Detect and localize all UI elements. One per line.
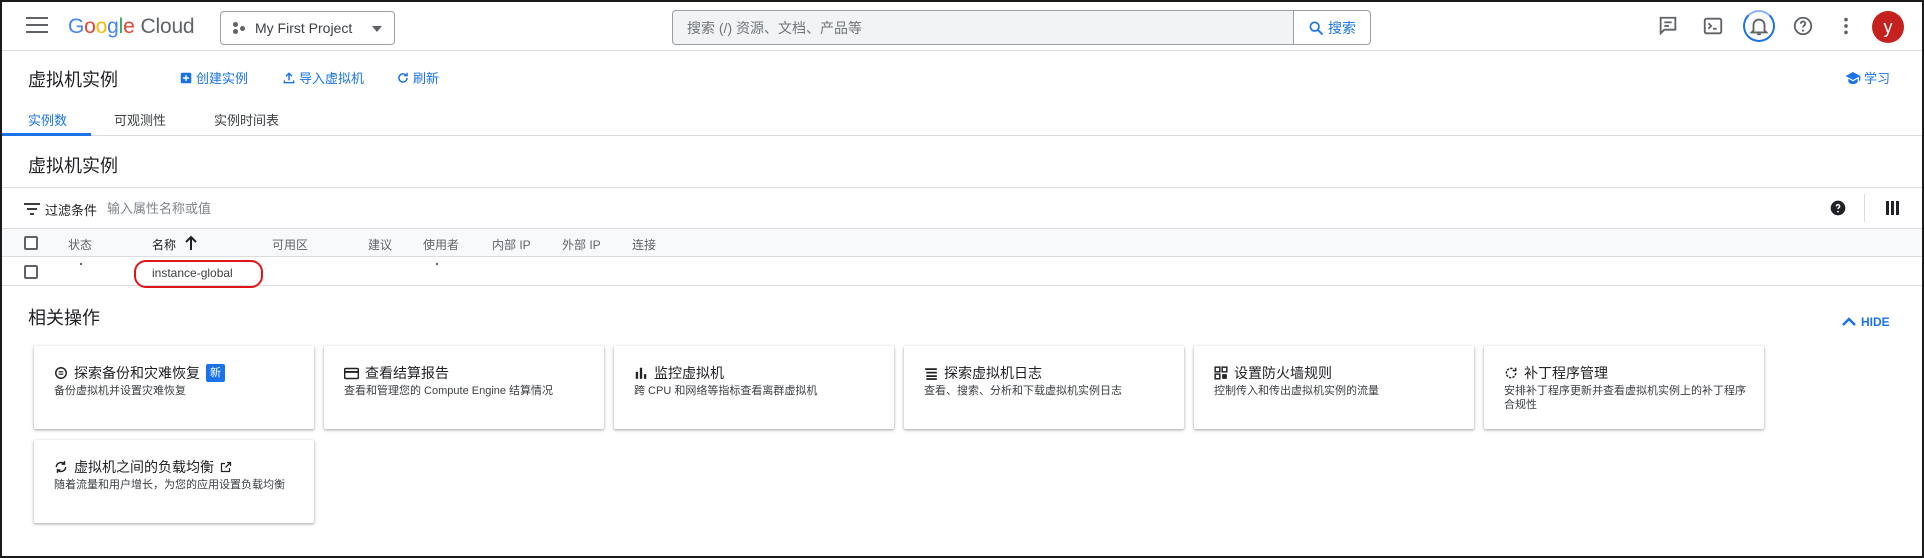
filter-bar: 过滤条件	[2, 187, 1922, 229]
top-bar: Google Cloud My First Project 搜索 (/) 资源、…	[2, 2, 1922, 51]
filter-icon[interactable]	[24, 203, 40, 215]
chevron-down-icon	[372, 26, 382, 32]
more-vert-icon[interactable]	[1834, 14, 1858, 38]
search-icon	[1309, 21, 1323, 35]
column-status[interactable]: 状态	[68, 236, 92, 253]
school-icon	[1845, 71, 1861, 84]
google-cloud-logo[interactable]: Google Cloud	[68, 15, 195, 39]
status-indicator	[80, 263, 82, 265]
help-icon[interactable]	[1791, 14, 1815, 38]
column-internal-ip[interactable]: 内部 IP	[492, 236, 531, 253]
in-use-indicator	[436, 263, 438, 265]
search-button[interactable]: 搜索	[1293, 11, 1370, 44]
cloud-shell-icon[interactable]	[1701, 14, 1725, 38]
divider	[1864, 194, 1865, 222]
table-header: 状态 名称 可用区 建议 使用者 内部 IP 外部 IP 连接	[2, 229, 1922, 257]
help-circle-icon[interactable]	[1830, 200, 1846, 216]
column-connect[interactable]: 连接	[632, 236, 656, 253]
filter-label[interactable]: 过滤条件	[45, 200, 97, 219]
search-input[interactable]	[673, 11, 1293, 44]
hide-related-button[interactable]: HIDE	[1842, 315, 1890, 329]
card-backup-dr[interactable]: 探索备份和灾难恢复 新 备份虚拟机并设置灾难恢复	[34, 346, 314, 429]
card-load-balancing[interactable]: 虚拟机之间的负载均衡 随着流量和用户增长，为您的应用设置负载均衡	[34, 440, 314, 523]
project-icon	[233, 22, 245, 34]
open-in-new-icon	[220, 461, 232, 473]
create-instance-button[interactable]: 创建实例	[179, 68, 248, 87]
row-checkbox[interactable]	[24, 265, 38, 279]
billing-icon	[344, 367, 359, 379]
column-in-use-by[interactable]: 使用者	[423, 236, 459, 253]
page-title: 虚拟机实例	[28, 70, 118, 90]
active-tab-indicator	[2, 133, 91, 136]
tab-bar: 实例数 可观测性 实例时间表	[2, 100, 1922, 136]
upload-icon	[283, 71, 295, 83]
page-header: 虚拟机实例 创建实例 导入虚拟机 刷新 学习	[2, 52, 1922, 97]
bell-icon[interactable]	[1747, 14, 1771, 38]
backup-icon	[55, 367, 67, 379]
add-box-icon	[180, 72, 192, 83]
select-all-checkbox[interactable]	[24, 236, 38, 250]
avatar[interactable]: y	[1872, 11, 1904, 43]
firewall-icon	[1214, 366, 1228, 380]
tab-instance-schedules[interactable]: 实例时间表	[214, 110, 279, 129]
column-recommendation[interactable]: 建议	[368, 236, 392, 253]
logs-icon	[925, 367, 937, 380]
feedback-icon[interactable]	[1656, 14, 1680, 38]
highlight-annotation	[134, 260, 263, 288]
refresh-icon	[398, 72, 408, 83]
related-actions-title: 相关操作	[28, 308, 100, 328]
menu-icon[interactable]	[26, 17, 48, 35]
refresh-button[interactable]: 刷新	[396, 68, 439, 87]
column-name[interactable]: 名称	[152, 236, 176, 253]
arrow-up-icon[interactable]	[184, 235, 198, 251]
chevron-up-icon	[1842, 317, 1856, 326]
instances-section-title: 虚拟机实例	[28, 156, 118, 176]
card-monitor-vms[interactable]: 监控虚拟机 跨 CPU 和网络等指标查看离群虚拟机	[614, 346, 894, 429]
app-window: Google Cloud My First Project 搜索 (/) 资源、…	[0, 0, 1924, 558]
monitoring-icon	[635, 367, 647, 379]
patch-icon	[1505, 367, 1517, 379]
card-patch-management[interactable]: 补丁程序管理 安排补丁程序更新并查看虚拟机实例上的补丁程序合规性	[1484, 346, 1764, 429]
project-name: My First Project	[255, 20, 353, 36]
column-external-ip[interactable]: 外部 IP	[562, 236, 601, 253]
card-firewall-rules[interactable]: 设置防火墙规则 控制传入和传出虚拟机实例的流量	[1194, 346, 1474, 429]
project-picker-button[interactable]: My First Project	[220, 11, 395, 45]
column-zone[interactable]: 可用区	[272, 236, 308, 253]
search-bar: 搜索	[672, 10, 1371, 45]
filter-input[interactable]	[107, 196, 707, 220]
tab-observability[interactable]: 可观测性	[114, 110, 166, 129]
card-vm-logs[interactable]: 探索虚拟机日志 查看、搜索、分析和下载虚拟机实例日志	[904, 346, 1184, 429]
column-display-icon[interactable]	[1886, 201, 1900, 215]
card-billing-report[interactable]: 查看结算报告 查看和管理您的 Compute Engine 结算情况	[324, 346, 604, 429]
learn-button[interactable]: 学习	[1845, 68, 1890, 87]
tab-instances[interactable]: 实例数	[28, 110, 67, 129]
table-row[interactable]: instance-global	[2, 258, 1922, 288]
load-balancing-icon	[55, 461, 67, 473]
new-badge: 新	[206, 364, 225, 382]
import-vm-button[interactable]: 导入虚拟机	[282, 68, 364, 87]
